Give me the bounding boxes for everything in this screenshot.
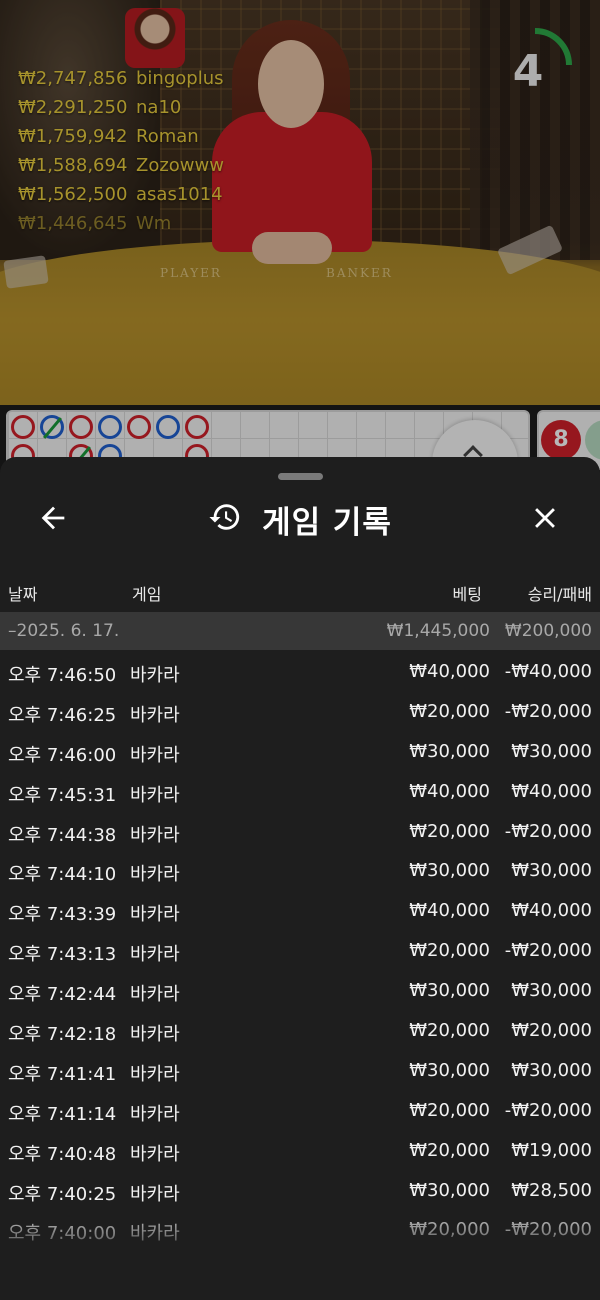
row-result: ₩30,000 — [511, 860, 592, 882]
row-result: -₩20,000 — [504, 700, 592, 722]
history-row[interactable]: 오후 7:45:31 바카라 ₩40,000 ₩40,000 — [0, 772, 600, 812]
row-time: 오후 7:44:10 — [8, 864, 117, 886]
row-bet: ₩30,000 — [409, 1179, 490, 1201]
row-result: ₩40,000 — [511, 900, 592, 922]
sheet-title: 게임 기록 — [262, 504, 392, 541]
row-game: 바카라 — [130, 944, 180, 966]
back-button[interactable] — [28, 493, 78, 543]
row-time: 오후 7:41:41 — [8, 1063, 117, 1085]
row-game: 바카라 — [130, 1063, 180, 1085]
row-time: 오후 7:45:31 — [8, 784, 117, 806]
row-bet: ₩20,000 — [409, 820, 490, 842]
column-result[interactable]: 승리/패배 — [528, 581, 592, 605]
row-time: 오후 7:46:00 — [8, 744, 117, 766]
row-game: 바카라 — [130, 824, 180, 846]
history-row[interactable]: 오후 7:46:50 바카라 ₩40,000 -₩40,000 — [0, 652, 600, 692]
row-result: ₩40,000 — [511, 780, 592, 802]
game-history-sheet: 게임 기록 날짜 게임 베팅 승리/패배 –2025. 6. 17. ₩1,44… — [0, 457, 600, 1300]
row-bet: ₩40,000 — [409, 661, 490, 682]
row-bet: ₩20,000 — [409, 1099, 490, 1121]
group-result-total: ₩200,000 — [504, 621, 592, 641]
row-game: 바카라 — [130, 744, 180, 766]
history-row[interactable]: 오후 7:43:13 바카라 ₩20,000 -₩20,000 — [0, 931, 600, 971]
row-result: -₩20,000 — [504, 940, 592, 962]
row-game: 바카라 — [130, 904, 180, 926]
row-result: ₩28,500 — [511, 1179, 592, 1201]
row-bet: ₩20,000 — [409, 1139, 490, 1161]
history-row[interactable]: 오후 7:40:48 바카라 ₩20,000 ₩19,000 — [0, 1131, 600, 1171]
history-row[interactable]: 오후 7:42:44 바카라 ₩30,000 ₩30,000 — [0, 971, 600, 1011]
history-row[interactable]: 오후 7:42:18 바카라 ₩20,000 ₩20,000 — [0, 1011, 600, 1051]
row-bet: ₩30,000 — [409, 1059, 490, 1081]
row-bet: ₩20,000 — [409, 1020, 490, 1042]
row-time: 오후 7:43:39 — [8, 904, 117, 926]
row-bet: ₩20,000 — [409, 940, 490, 962]
date-group-row[interactable]: –2025. 6. 17. ₩1,445,000 ₩200,000 — [0, 612, 600, 650]
row-time: 오후 7:42:18 — [8, 1024, 117, 1046]
history-row[interactable]: 오후 7:44:10 바카라 ₩30,000 ₩30,000 — [0, 851, 600, 891]
history-icon — [208, 500, 242, 538]
row-bet: ₩30,000 — [409, 860, 490, 882]
list-fade — [0, 1202, 600, 1300]
row-time: 오후 7:43:13 — [8, 944, 117, 966]
row-game: 바카라 — [130, 1103, 180, 1125]
history-list: 오후 7:46:50 바카라 ₩40,000 -₩40,000 오후 7:46:25 바카… — [0, 652, 600, 1250]
group-bet-total: ₩1,445,000 — [386, 621, 490, 641]
history-row[interactable]: 오후 7:41:14 바카라 ₩20,000 -₩20,000 — [0, 1091, 600, 1131]
row-bet: ₩40,000 — [409, 780, 490, 802]
close-button[interactable] — [520, 493, 570, 543]
row-game: 바카라 — [130, 984, 180, 1006]
row-time: 오후 7:46:25 — [8, 704, 117, 726]
row-game: 바카라 — [130, 864, 180, 886]
row-result: ₩20,000 — [511, 1020, 592, 1042]
history-row[interactable]: 오후 7:44:38 바카라 ₩20,000 -₩20,000 — [0, 812, 600, 852]
row-game: 바카라 — [130, 784, 180, 806]
sheet-header: 게임 기록 — [0, 487, 600, 551]
row-game: 바카라 — [130, 704, 180, 726]
row-result: ₩30,000 — [511, 980, 592, 1002]
row-time: 오후 7:44:38 — [8, 824, 117, 846]
row-bet: ₩40,000 — [409, 900, 490, 922]
row-bet: ₩20,000 — [409, 700, 490, 722]
column-game[interactable]: 게임 — [132, 581, 161, 605]
row-result: ₩30,000 — [511, 1059, 592, 1081]
column-date[interactable]: 날짜 — [8, 581, 37, 605]
row-result: ₩19,000 — [511, 1139, 592, 1161]
row-game: 바카라 — [130, 1024, 180, 1046]
close-icon — [535, 508, 555, 528]
history-row[interactable]: 오후 7:43:39 바카라 ₩40,000 ₩40,000 — [0, 891, 600, 931]
row-result: -₩20,000 — [504, 1099, 592, 1121]
history-row[interactable]: 오후 7:46:25 바카라 ₩20,000 -₩20,000 — [0, 692, 600, 732]
column-bet[interactable]: 베팅 — [453, 581, 482, 605]
row-bet: ₩30,000 — [409, 740, 490, 762]
row-time: 오후 7:41:14 — [8, 1103, 117, 1125]
row-result: ₩30,000 — [511, 740, 592, 762]
row-result: -₩40,000 — [504, 661, 592, 682]
row-result: -₩20,000 — [504, 820, 592, 842]
row-bet: ₩30,000 — [409, 980, 490, 1002]
table-header: 날짜 게임 베팅 승리/패배 — [0, 575, 600, 607]
arrow-left-icon — [41, 506, 65, 530]
row-game: 바카라 — [130, 1143, 180, 1165]
sheet-drag-handle[interactable] — [278, 473, 323, 480]
row-time: 오후 7:46:50 — [8, 665, 117, 686]
group-date: –2025. 6. 17. — [8, 621, 120, 641]
row-time: 오후 7:40:48 — [8, 1143, 117, 1165]
history-row[interactable]: 오후 7:41:41 바카라 ₩30,000 ₩30,000 — [0, 1051, 600, 1091]
modal-backdrop[interactable] — [0, 0, 600, 480]
history-row[interactable]: 오후 7:46:00 바카라 ₩30,000 ₩30,000 — [0, 732, 600, 772]
row-time: 오후 7:42:44 — [8, 984, 117, 1006]
row-game: 바카라 — [130, 665, 180, 686]
